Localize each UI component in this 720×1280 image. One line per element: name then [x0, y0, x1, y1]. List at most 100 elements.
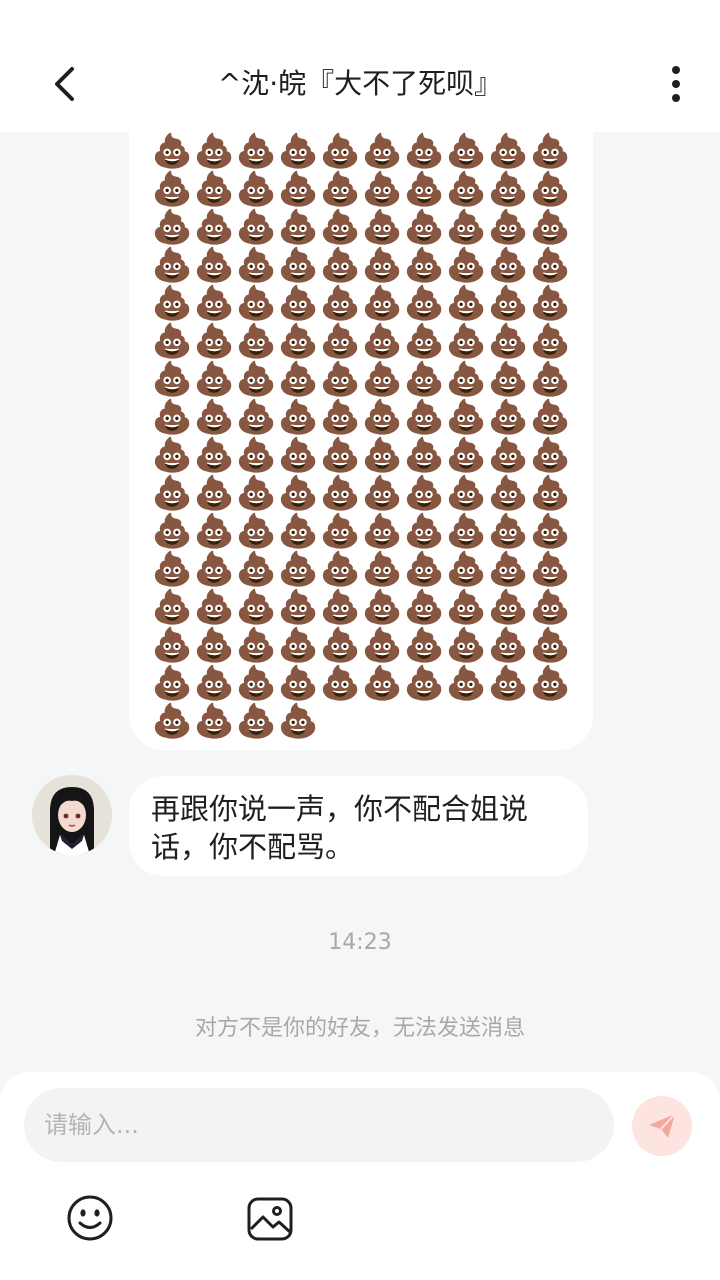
poop-emoji: 💩 — [193, 208, 235, 246]
poop-emoji: 💩 — [403, 246, 445, 284]
poop-emoji: 💩 — [193, 360, 235, 398]
poop-emoji: 💩 — [277, 284, 319, 322]
poop-emoji: 💩 — [277, 626, 319, 664]
poop-emoji: 💩 — [487, 474, 529, 512]
input-panel — [0, 1072, 720, 1280]
poop-emoji: 💩 — [193, 284, 235, 322]
text-message-bubble[interactable]: 再跟你说一声，你不配合姐说话，你不配骂。 — [129, 776, 588, 876]
poop-emoji: 💩 — [277, 702, 319, 740]
poop-emoji: 💩 — [193, 322, 235, 360]
poop-emoji: 💩 — [361, 626, 403, 664]
poop-emoji: 💩 — [319, 436, 361, 474]
poop-emoji: 💩 — [319, 512, 361, 550]
poop-emoji: 💩 — [193, 588, 235, 626]
poop-emoji: 💩 — [403, 664, 445, 702]
poop-emoji: 💩 — [277, 132, 319, 170]
poop-emoji: 💩 — [361, 170, 403, 208]
poop-emoji: 💩 — [529, 398, 571, 436]
poop-emoji: 💩 — [403, 170, 445, 208]
poop-emoji: 💩 — [235, 512, 277, 550]
poop-emoji: 💩 — [445, 360, 487, 398]
poop-emoji: 💩 — [487, 322, 529, 360]
poop-emoji: 💩 — [277, 512, 319, 550]
poop-emoji: 💩 — [403, 550, 445, 588]
poop-emoji: 💩 — [529, 360, 571, 398]
poop-emoji: 💩 — [277, 246, 319, 284]
poop-emoji: 💩 — [235, 398, 277, 436]
avatar[interactable] — [32, 775, 112, 855]
poop-emoji: 💩 — [319, 170, 361, 208]
poop-emoji: 💩 — [403, 436, 445, 474]
poop-emoji: 💩 — [235, 360, 277, 398]
poop-emoji: 💩 — [361, 208, 403, 246]
poop-emoji: 💩 — [403, 360, 445, 398]
poop-emoji: 💩 — [445, 474, 487, 512]
poop-emoji: 💩 — [319, 360, 361, 398]
poop-emoji: 💩 — [445, 588, 487, 626]
poop-emoji: 💩 — [529, 512, 571, 550]
poop-emoji: 💩 — [193, 436, 235, 474]
poop-emoji: 💩 — [235, 550, 277, 588]
poop-emoji: 💩 — [529, 588, 571, 626]
poop-emoji: 💩 — [151, 512, 193, 550]
poop-emoji: 💩 — [277, 322, 319, 360]
poop-emoji: 💩 — [529, 132, 571, 170]
poop-emoji: 💩 — [193, 474, 235, 512]
poop-emoji: 💩 — [529, 170, 571, 208]
poop-emoji: 💩 — [235, 626, 277, 664]
system-notice: 对方不是你的好友，无法发送消息 — [194, 1016, 525, 1041]
poop-emoji: 💩 — [361, 436, 403, 474]
poop-emoji: 💩 — [151, 322, 193, 360]
poop-emoji: 💩 — [319, 322, 361, 360]
poop-emoji: 💩 — [529, 322, 571, 360]
poop-emoji: 💩 — [487, 208, 529, 246]
emoji-message-content: 💩 💩 💩 💩 💩 💩 💩 💩 💩 💩 💩 💩 💩 💩 💩 💩 💩 💩 💩 💩 💩 💩 💩 💩 💩 💩 💩 💩 💩 💩 💩 💩 💩 💩 💩 💩 💩 💩 💩 💩… — [151, 132, 581, 740]
poop-emoji: 💩 — [361, 664, 403, 702]
back-arrow-icon — [55, 67, 74, 101]
poop-emoji: 💩 — [529, 550, 571, 588]
poop-emoji: 💩 — [235, 702, 277, 740]
message-list[interactable]: 💩 💩 💩 💩 💩 💩 💩 💩 💩 💩 💩 💩 💩 💩 💩 💩 💩 💩 💩 💩 💩 💩 💩 💩 💩 💩 💩 💩 💩 💩 💩 💩 💩 💩 💩 💩 💩 💩 💩 💩… — [0, 102, 720, 1072]
poop-emoji: 💩 — [235, 474, 277, 512]
poop-emoji: 💩 — [361, 132, 403, 170]
message-input[interactable] — [24, 1088, 614, 1162]
emoji-button[interactable] — [66, 1194, 114, 1242]
poop-emoji: 💩 — [529, 246, 571, 284]
poop-emoji: 💩 — [487, 626, 529, 664]
poop-emoji: 💩 — [403, 132, 445, 170]
poop-emoji: 💩 — [445, 284, 487, 322]
poop-emoji: 💩 — [319, 398, 361, 436]
more-options-button[interactable] — [652, 60, 700, 108]
poop-emoji: 💩 — [487, 246, 529, 284]
poop-emoji: 💩 — [487, 360, 529, 398]
poop-emoji: 💩 — [319, 550, 361, 588]
image-button[interactable] — [246, 1196, 294, 1242]
poop-emoji: 💩 — [361, 512, 403, 550]
poop-emoji: 💩 — [445, 398, 487, 436]
poop-emoji: 💩 — [235, 284, 277, 322]
poop-emoji: 💩 — [445, 322, 487, 360]
poop-emoji: 💩 — [151, 132, 193, 170]
poop-emoji: 💩 — [487, 436, 529, 474]
smiley-icon — [67, 1195, 113, 1241]
poop-emoji: 💩 — [151, 626, 193, 664]
poop-emoji: 💩 — [193, 626, 235, 664]
poop-emoji: 💩 — [151, 588, 193, 626]
poop-emoji: 💩 — [151, 398, 193, 436]
poop-emoji: 💩 — [319, 132, 361, 170]
poop-emoji: 💩 — [445, 550, 487, 588]
paper-plane-icon — [649, 1113, 676, 1138]
poop-emoji: 💩 — [361, 588, 403, 626]
poop-emoji: 💩 — [361, 284, 403, 322]
poop-emoji: 💩 — [193, 246, 235, 284]
back-button[interactable] — [40, 60, 88, 108]
poop-emoji: 💩 — [361, 398, 403, 436]
poop-emoji: 💩 — [277, 588, 319, 626]
image-icon — [247, 1197, 293, 1241]
poop-emoji: 💩 — [403, 626, 445, 664]
send-button[interactable] — [632, 1096, 692, 1156]
more-vertical-icon — [672, 66, 680, 102]
poop-emoji: 💩 — [445, 436, 487, 474]
poop-emoji: 💩 — [487, 398, 529, 436]
emoji-message-bubble[interactable]: 💩 💩 💩 💩 💩 💩 💩 💩 💩 💩 💩 💩 💩 💩 💩 💩 💩 💩 💩 💩 💩 💩 💩 💩 💩 💩 💩 💩 💩 💩 💩 💩 💩 💩 💩 💩 💩 💩 💩 💩… — [129, 102, 593, 750]
